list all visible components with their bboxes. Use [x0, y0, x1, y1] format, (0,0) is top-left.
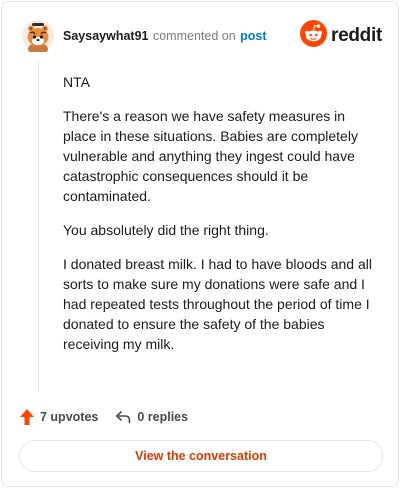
- replies-stat[interactable]: 0 replies: [115, 410, 188, 424]
- post-link[interactable]: post: [240, 29, 266, 43]
- comment-paragraph: NTA: [63, 74, 90, 90]
- thread-line: [38, 62, 39, 392]
- view-conversation-button[interactable]: View the conversation: [19, 440, 383, 472]
- upvotes-stat[interactable]: 7 upvotes: [19, 408, 98, 426]
- reply-arrow-icon: [115, 410, 131, 424]
- reddit-wordmark: reddit: [331, 25, 382, 46]
- reddit-logo-icon: [300, 20, 328, 52]
- comment-body: NTA There's a reason we have safety meas…: [63, 72, 381, 368]
- comment-header: Saysaywhat91 commented on post reddit: [22, 20, 382, 55]
- snoo-avatar-icon[interactable]: [22, 20, 54, 55]
- comment-stats: 7 upvotes 0 replies: [19, 406, 188, 428]
- comment-byline: Saysaywhat91 commented on post: [63, 29, 267, 43]
- username-link[interactable]: Saysaywhat91: [63, 29, 148, 43]
- comment-paragraph: There's a reason we have safety measures…: [63, 108, 358, 204]
- upvotes-count: 7 upvotes: [40, 410, 99, 424]
- commented-on-text: commented on: [152, 29, 236, 43]
- comment-paragraph: I donated breast milk. I had to have blo…: [63, 256, 372, 352]
- upvote-arrow-icon: [19, 408, 35, 426]
- comment-embed-card: Saysaywhat91 commented on post reddit NT…: [1, 1, 399, 487]
- comment-paragraph: You absolutely did the right thing.: [63, 222, 269, 238]
- replies-count: 0 replies: [137, 410, 189, 424]
- reddit-brand-link[interactable]: reddit: [300, 20, 382, 52]
